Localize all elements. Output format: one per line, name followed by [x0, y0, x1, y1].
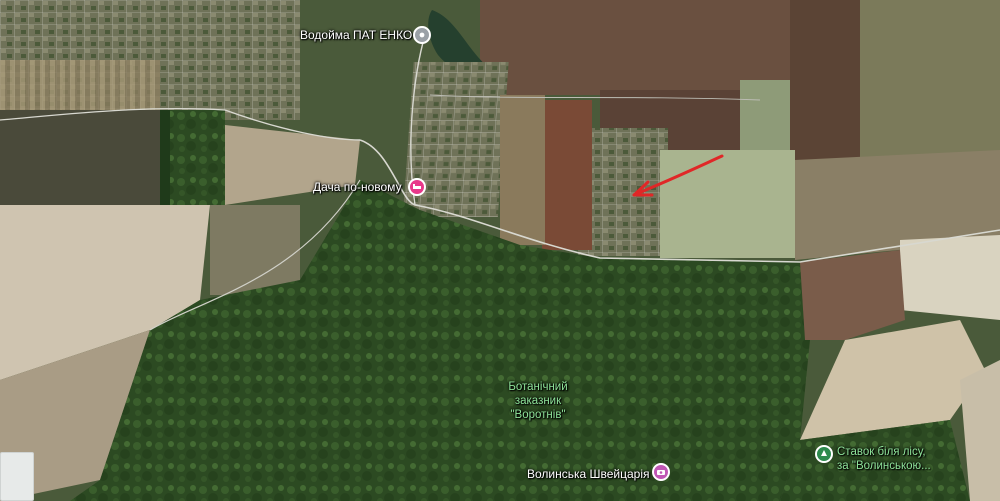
lodging-icon[interactable]	[408, 178, 426, 196]
reserve-label-line3: "Воротнів"	[510, 409, 566, 421]
map-marker-icon[interactable]	[413, 26, 431, 44]
red-arrow-annotation	[632, 154, 724, 197]
reserve-label-line1: Ботанічний	[508, 381, 568, 393]
switzerland-label[interactable]: Волинська Швейцарія	[527, 467, 650, 481]
dacha-label[interactable]: Дача по-новому	[313, 180, 402, 194]
map-layer-toggle[interactable]	[0, 452, 34, 501]
reservoir-label[interactable]: Водойма ПАТ ЕНКО	[300, 28, 412, 42]
nature-pin-icon[interactable]	[815, 445, 833, 463]
pond-label-line2: за "Волинською...	[837, 460, 931, 472]
reserve-label[interactable]: Ботанічний заказник "Воротнів"	[498, 380, 578, 422]
camera-icon[interactable]	[652, 463, 670, 481]
pond-label-line1: Ставок біля лісу,	[837, 446, 926, 458]
pond-label[interactable]: Ставок біля лісу, за "Волинською...	[837, 445, 931, 473]
satellite-imagery	[0, 0, 1000, 501]
reserve-label-line2: заказник	[514, 395, 562, 407]
satellite-map[interactable]: Водойма ПАТ ЕНКО Дача по-новому Ботанічн…	[0, 0, 1000, 501]
